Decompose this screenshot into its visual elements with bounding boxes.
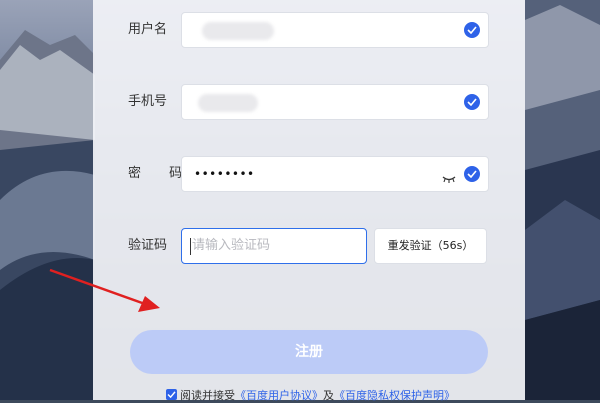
- annotation-arrow: [49, 268, 160, 312]
